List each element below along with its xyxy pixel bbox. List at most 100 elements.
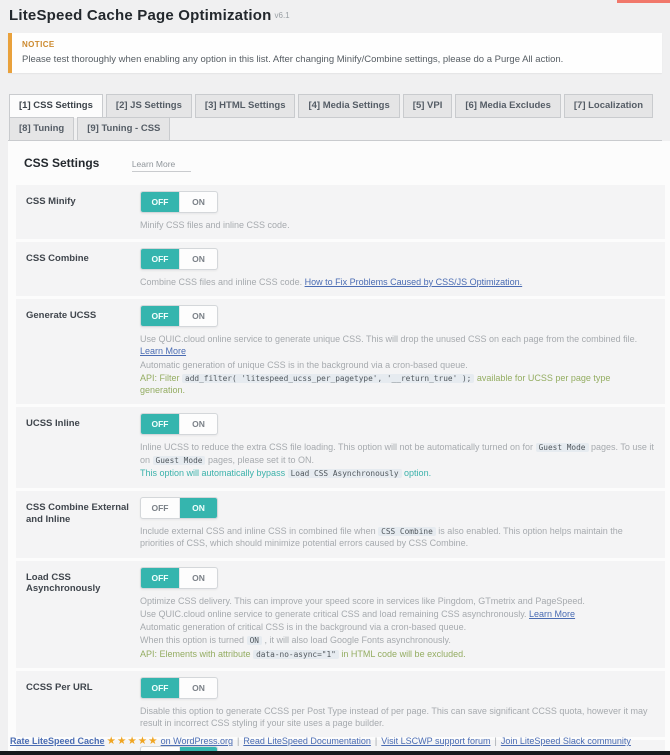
desc-line: Minify CSS files and inline CSS code. (140, 219, 655, 231)
desc-line: Disable this option to generate CCSS per… (140, 705, 655, 729)
toggle-option-on[interactable]: ON (179, 678, 217, 698)
desc-line: This option will automatically bypass Lo… (140, 467, 655, 480)
settings-row-css-combine-external-and-inline: CSS Combine External and InlineOFFON Incl… (16, 491, 665, 558)
tab-3-html-settings[interactable]: [3] HTML Settings (195, 94, 296, 118)
desc-text: Include external CSS and inline CSS in c… (140, 526, 378, 536)
footer-rate-link[interactable]: Rate LiteSpeed Cache (10, 736, 105, 746)
desc-line: Use QUIC.cloud online service to generat… (140, 608, 655, 620)
section-header: CSS Settings Learn More (16, 154, 665, 172)
desc-text: Use QUIC.cloud online service to generat… (140, 609, 529, 619)
desc-line: Combine CSS files and inline CSS code. H… (140, 276, 655, 288)
setting-label: Generate UCSS (26, 305, 140, 397)
toggle-option-on[interactable]: ON (179, 249, 217, 269)
setting-control-area: OFFON Combine CSS files and inline CSS co… (140, 248, 655, 289)
toggle-group: OFFON (140, 413, 218, 435)
setting-description: Inline UCSS to reduce the extra CSS file… (140, 441, 655, 480)
footer-separator: | (375, 736, 377, 746)
toggle-group: OFFON (140, 567, 218, 589)
inline-link[interactable]: How to Fix Problems Caused by CSS/JS Opt… (305, 277, 523, 287)
settings-row-css-combine: CSS CombineOFFONCombine CSS files and in… (16, 242, 665, 296)
setting-label: CSS Combine External and Inline (26, 497, 140, 551)
desc-text: Automatic generation of critical CSS is … (140, 622, 466, 632)
code-chip: CSS Combine (378, 527, 436, 536)
footer-join-litespeed-slack-community-link[interactable]: Join LiteSpeed Slack community (501, 736, 631, 746)
setting-label: Load CSS Asynchronously (26, 567, 140, 661)
setting-description: Include external CSS and inline CSS in c… (140, 525, 655, 550)
footer-wordpress-link[interactable]: on WordPress.org (161, 736, 233, 746)
footer-separator: | (237, 736, 239, 746)
desc-line: Inline UCSS to reduce the extra CSS file… (140, 441, 655, 466)
footer-visit-lscwp-support-forum-link[interactable]: Visit LSCWP support forum (381, 736, 490, 746)
settings-row-generate-ucss: Generate UCSSOFFON Use QUIC.cloud online … (16, 299, 665, 404)
setting-label: CSS Minify (26, 191, 140, 232)
toggle-group: OFFON (140, 677, 218, 699)
notice-banner: NOTICE Please test thoroughly when enabl… (8, 33, 662, 73)
setting-control-area: OFFON Use QUIC.cloud online service to ge… (140, 305, 655, 397)
setting-label: UCSS Inline (26, 413, 140, 481)
tab-9-tuning-css[interactable]: [9] Tuning - CSS (77, 117, 170, 141)
settings-list: CSS MinifyOFFONMinify CSS files and inli… (16, 185, 665, 755)
setting-label: CCSS Per URL (26, 677, 140, 730)
desc-text: Minify CSS files and inline CSS code. (140, 220, 290, 230)
toggle-option-off[interactable]: OFF (141, 678, 179, 698)
toggle-option-on[interactable]: ON (179, 498, 217, 518)
toggle-option-on[interactable]: ON (179, 414, 217, 434)
tab-8-tuning[interactable]: [8] Tuning (9, 117, 74, 141)
notice-text: Please test thoroughly when enabling any… (22, 54, 652, 65)
tab-7-localization[interactable]: [7] Localization (564, 94, 653, 118)
footer-links: Rate LiteSpeed Cache★★★★★on WordPress.or… (10, 735, 631, 747)
notice-label: NOTICE (22, 40, 652, 49)
code-chip: add_filter( 'litespeed_ucss_per_pagetype… (182, 374, 474, 383)
desc-text: Inline UCSS to reduce the extra CSS file… (140, 442, 536, 452)
section-learn-more-link[interactable]: Learn More (132, 159, 191, 172)
tab-6-media-excludes[interactable]: [6] Media Excludes (455, 94, 561, 118)
desc-text: , it will also load Google Fonts asynchr… (262, 635, 451, 645)
toggle-option-off[interactable]: OFF (141, 568, 179, 588)
toggle-option-off[interactable]: OFF (141, 306, 179, 326)
setting-description: Use QUIC.cloud online service to generat… (140, 333, 655, 396)
code-chip: Load CSS Asynchronously (288, 469, 402, 478)
inline-link[interactable]: Learn More (140, 346, 186, 356)
setting-control-area: OFFON Disable this option to generate CCS… (140, 677, 655, 730)
code-chip: data-no-async="1" (253, 650, 339, 659)
tab-4-media-settings[interactable]: [4] Media Settings (298, 94, 399, 118)
inline-link[interactable]: Learn More (529, 609, 575, 619)
footer-separator: | (494, 736, 496, 746)
desc-text: When this option is turned (140, 635, 247, 645)
bottom-edge-bar (0, 751, 670, 755)
top-right-red-strip (617, 0, 670, 3)
desc-line: Use QUIC.cloud online service to generat… (140, 333, 655, 357)
toggle-option-off[interactable]: OFF (141, 192, 179, 212)
desc-text: pages, please set it to ON. (205, 455, 314, 465)
code-chip: Guest Mode (153, 456, 206, 465)
page-header: LiteSpeed Cache Page Optimizationv6.1 (0, 0, 670, 25)
toggle-option-off[interactable]: OFF (141, 249, 179, 269)
toggle-option-on[interactable]: ON (179, 192, 217, 212)
setting-control-area: OFFON Minify CSS files and inline CSS cod… (140, 191, 655, 232)
desc-text: Automatic generation of unique CSS is in… (140, 360, 468, 370)
setting-description: Minify CSS files and inline CSS code. (140, 219, 655, 231)
desc-line: Automatic generation of critical CSS is … (140, 621, 655, 633)
desc-line: Include external CSS and inline CSS in c… (140, 525, 655, 550)
settings-row-ccss-per-url: CCSS Per URLOFFON Disable this option to … (16, 671, 665, 737)
footer-read-litespeed-documentation-link[interactable]: Read LiteSpeed Documentation (243, 736, 371, 746)
setting-description: Combine CSS files and inline CSS code. H… (140, 276, 655, 288)
tab-1-css-settings[interactable]: [1] CSS Settings (9, 94, 103, 118)
toggle-option-off[interactable]: OFF (141, 498, 179, 518)
toggle-option-on[interactable]: ON (179, 306, 217, 326)
code-chip: Guest Mode (536, 443, 589, 452)
api-note-text: in HTML code will be excluded. (339, 649, 466, 659)
tab-bar: [1] CSS Settings[2] JS Settings[3] HTML … (8, 94, 662, 141)
toggle-group: OFFON (140, 248, 218, 270)
section-title: CSS Settings (24, 156, 99, 170)
toggle-option-off[interactable]: OFF (141, 414, 179, 434)
page-optimization-screen: LiteSpeed Cache Page Optimizationv6.1 NO… (0, 0, 670, 755)
toggle-option-on[interactable]: ON (179, 568, 217, 588)
desc-text: Use QUIC.cloud online service to generat… (140, 334, 637, 344)
tab-2-js-settings[interactable]: [2] JS Settings (106, 94, 192, 118)
settings-row-load-css-asynchronously: Load CSS AsynchronouslyOFFONOptimize CSS… (16, 561, 665, 668)
api-note-text: API: Filter (140, 373, 182, 383)
tab-5-vpi[interactable]: [5] VPI (403, 94, 453, 118)
desc-line: Automatic generation of unique CSS is in… (140, 359, 655, 371)
toggle-group: OFFON (140, 191, 218, 213)
